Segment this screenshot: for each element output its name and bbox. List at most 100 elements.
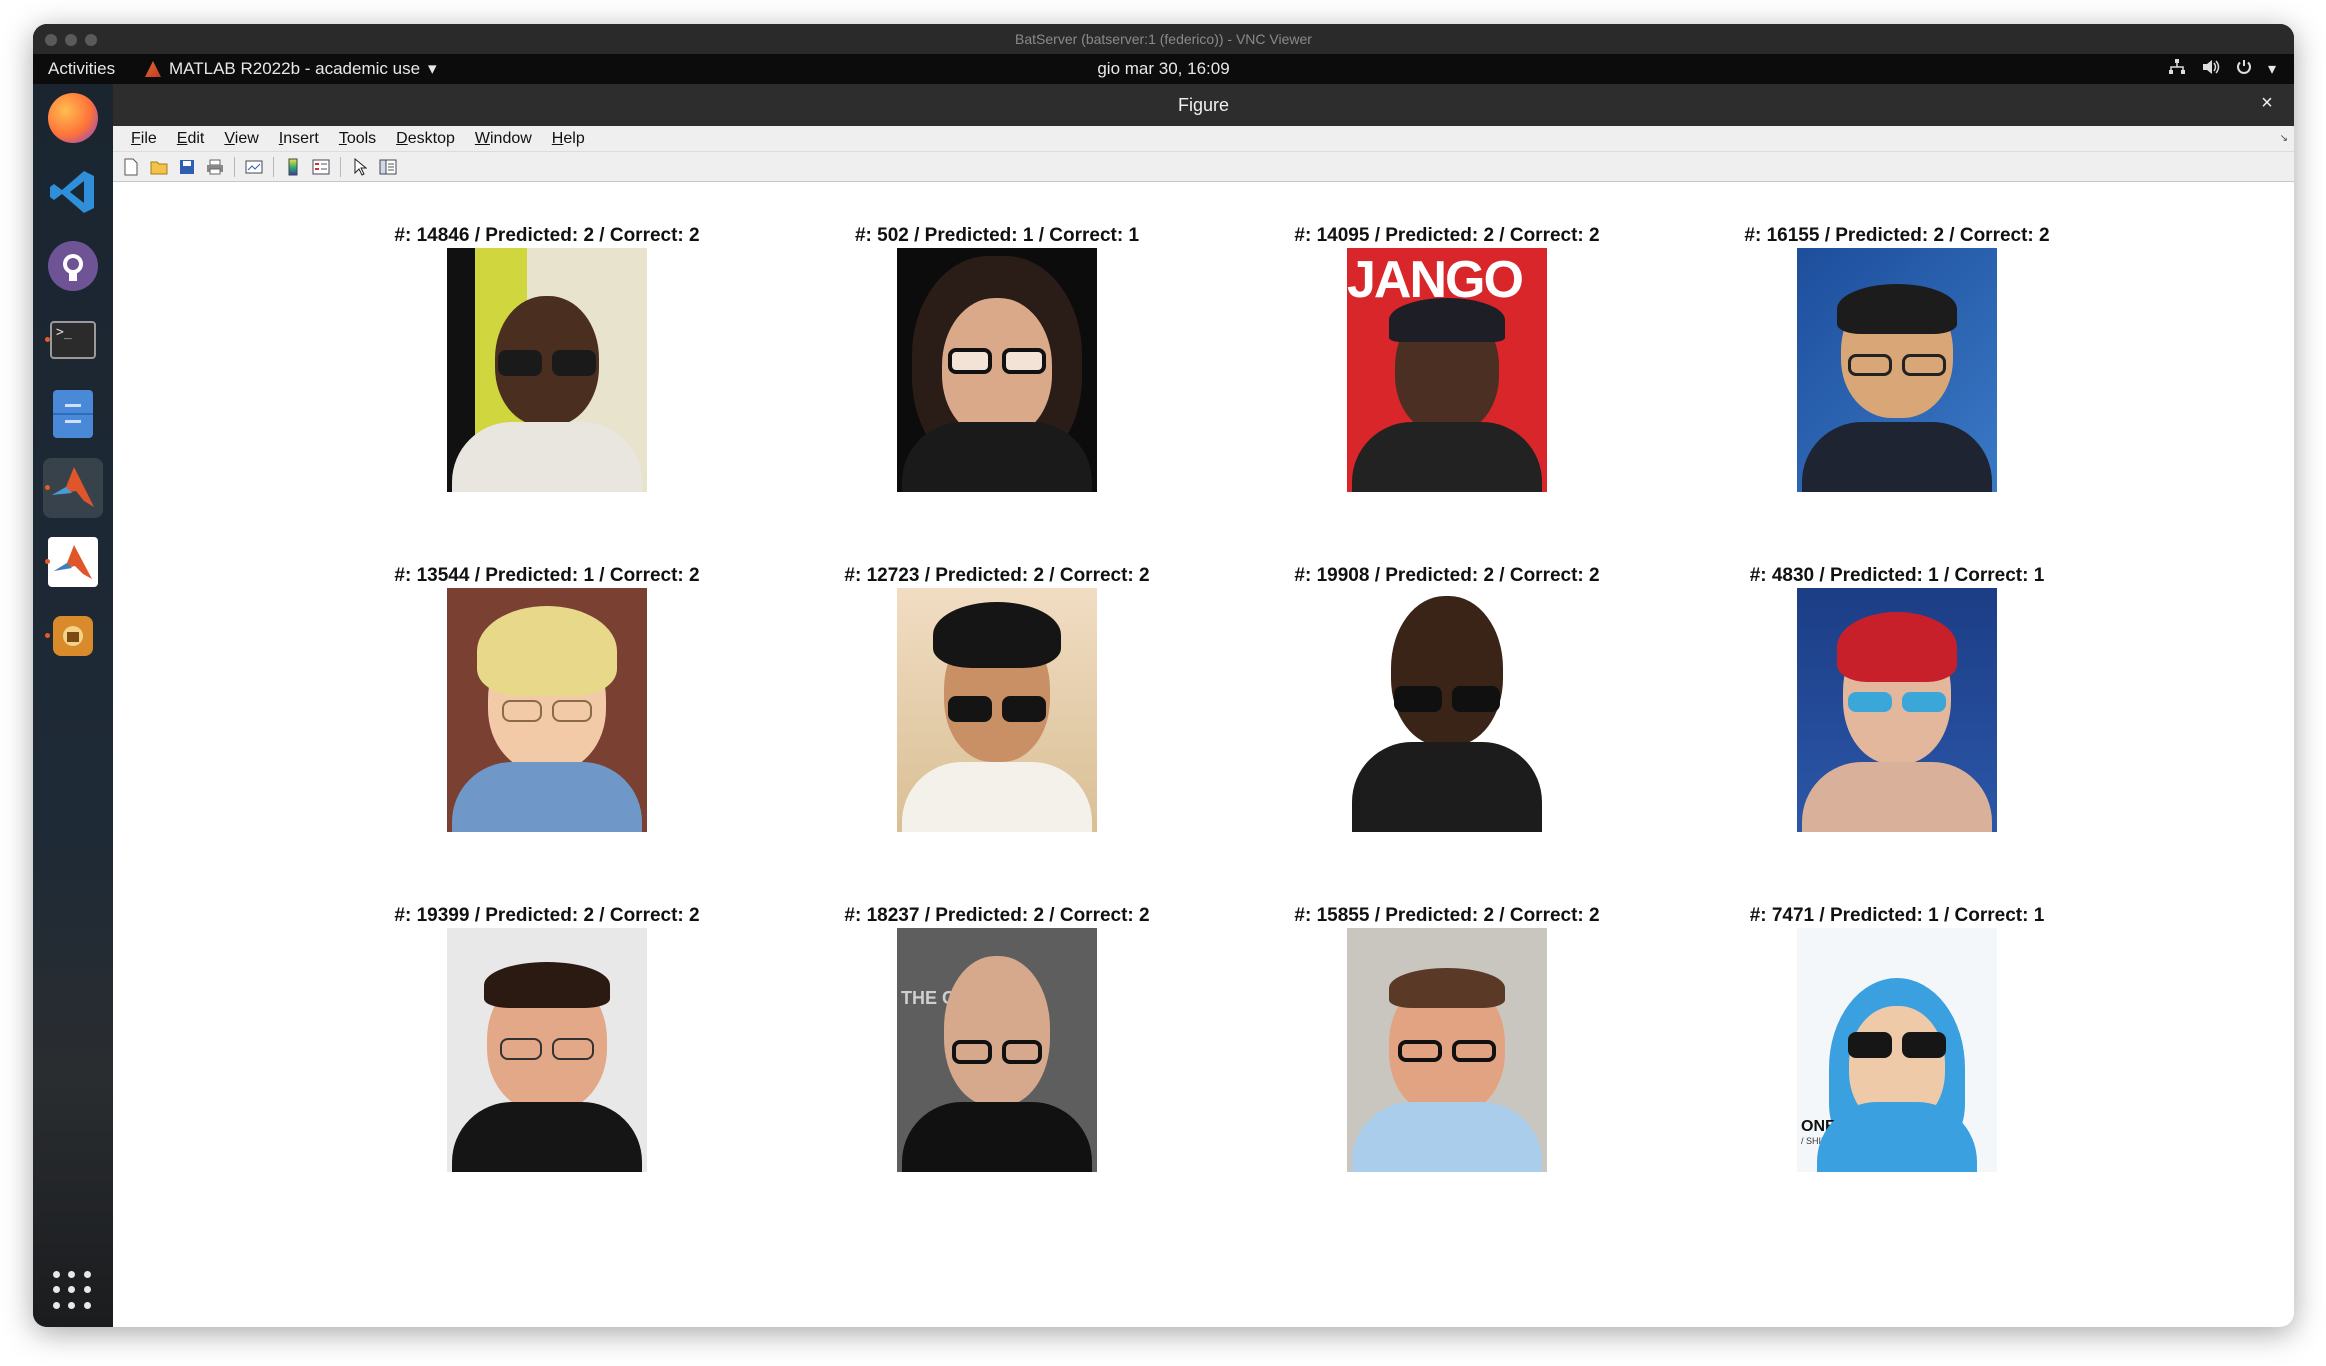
system-tray[interactable]: ▾ (2168, 58, 2276, 80)
dock-firefox[interactable] (43, 88, 103, 148)
subplot-8: #: 4830 / Predicted: 1 / Correct: 1 (1717, 564, 2077, 832)
menu-help[interactable]: Help (542, 130, 595, 148)
face-image (1797, 248, 1997, 492)
firefox-icon (48, 93, 98, 143)
menu-window[interactable]: Window (465, 130, 542, 148)
link-plot-icon[interactable] (242, 155, 266, 179)
toolbar-separator (273, 156, 274, 177)
chevron-down-icon: ▾ (2267, 61, 2276, 78)
running-indicator (45, 485, 50, 490)
running-indicator (45, 559, 50, 564)
dock-figure-arrow-icon[interactable]: ↘ (2280, 133, 2288, 144)
menu-insert[interactable]: Insert (269, 130, 329, 148)
dock-vscode[interactable] (43, 162, 103, 222)
face-image (447, 928, 647, 1172)
face-image (897, 248, 1097, 492)
power-icon (2236, 59, 2252, 80)
subplot-title: #: 19908 / Predicted: 2 / Correct: 2 (1294, 565, 1600, 586)
toolbar-separator (340, 156, 341, 177)
dock-matlab-launcher[interactable] (43, 532, 103, 592)
dock-github[interactable] (43, 236, 103, 296)
face-image (897, 588, 1097, 832)
dock-files[interactable] (43, 384, 103, 444)
vnc-title: BatServer (batserver:1 (federico)) - VNC… (1015, 31, 1312, 47)
subplot-title: #: 13544 / Predicted: 1 / Correct: 2 (394, 565, 700, 586)
face-image (1347, 928, 1547, 1172)
subplot-title: #: 18237 / Predicted: 2 / Correct: 2 (844, 905, 1150, 926)
close-window-dot[interactable] (45, 34, 57, 46)
clock[interactable]: gio mar 30, 16:09 (1097, 59, 1229, 79)
app-menu-label: MATLAB R2022b - academic use (169, 59, 421, 78)
github-icon (48, 241, 98, 291)
subplot-title: #: 14095 / Predicted: 2 / Correct: 2 (1294, 225, 1600, 246)
show-applications-icon[interactable] (53, 1271, 93, 1311)
face-image (447, 588, 647, 832)
subplot-12: #: 7471 / Predicted: 1 / Correct: 1 ONEW… (1717, 904, 2077, 1172)
subplot-1: #: 14846 / Predicted: 2 / Correct: 2 (367, 224, 727, 492)
menu-tools[interactable]: Tools (329, 130, 386, 148)
subplot-4: #: 16155 / Predicted: 2 / Correct: 2 (1717, 224, 2077, 492)
subplot-title: #: 15855 / Predicted: 2 / Correct: 2 (1294, 905, 1600, 926)
subplot-9: #: 19399 / Predicted: 2 / Correct: 2 (367, 904, 727, 1172)
running-indicator (45, 633, 50, 638)
installer-icon (53, 616, 93, 656)
window-controls (45, 34, 97, 46)
vscode-icon (48, 167, 98, 217)
minimize-window-dot[interactable] (65, 34, 77, 46)
menu-view[interactable]: View (214, 130, 268, 148)
face-image: ONEW / SHINee (1797, 928, 1997, 1172)
pointer-icon[interactable] (348, 155, 372, 179)
menubar: File Edit View Insert Tools Desktop Wind… (113, 126, 2294, 152)
toolbar-separator (234, 156, 235, 177)
app-menu[interactable]: MATLAB R2022b - academic use ▾ (145, 59, 437, 79)
vnc-window: BatServer (batserver:1 (federico)) - VNC… (33, 24, 2294, 1327)
subplot-5: #: 13544 / Predicted: 1 / Correct: 2 (367, 564, 727, 832)
new-figure-icon[interactable] (119, 155, 143, 179)
gnome-top-bar: Activities MATLAB R2022b - academic use … (33, 54, 2294, 84)
legend-icon[interactable] (309, 155, 333, 179)
face-image (1347, 588, 1547, 832)
subplot-11: #: 15855 / Predicted: 2 / Correct: 2 (1267, 904, 1627, 1172)
figure-title: Figure (1177, 94, 1230, 115)
subplot-2: #: 502 / Predicted: 1 / Correct: 1 (817, 224, 1177, 492)
print-icon[interactable] (203, 155, 227, 179)
activities-button[interactable]: Activities (48, 59, 115, 79)
property-inspector-icon[interactable] (376, 155, 400, 179)
volume-icon (2202, 59, 2220, 80)
face-image: THE C (897, 928, 1097, 1172)
vnc-titlebar: BatServer (batserver:1 (federico)) - VNC… (33, 24, 2294, 54)
subplot-title: #: 7471 / Predicted: 1 / Correct: 1 (1749, 905, 2045, 926)
menu-desktop[interactable]: Desktop (386, 130, 465, 148)
matlab-icon (48, 463, 98, 513)
matlab-icon (145, 61, 161, 77)
dock: >_ (33, 84, 113, 1327)
dock-installer[interactable] (43, 606, 103, 666)
face-image (447, 248, 647, 492)
figure-toolbar (113, 152, 2294, 182)
close-icon[interactable]: × (2254, 92, 2280, 118)
save-icon[interactable] (175, 155, 199, 179)
colorbar-icon[interactable] (281, 155, 305, 179)
figure-canvas: #: 14846 / Predicted: 2 / Correct: 2 #: … (113, 182, 2294, 1327)
face-image (1797, 588, 1997, 832)
subplot-title: #: 19399 / Predicted: 2 / Correct: 2 (394, 905, 700, 926)
subplot-title: #: 16155 / Predicted: 2 / Correct: 2 (1744, 225, 2050, 246)
subplot-3: #: 14095 / Predicted: 2 / Correct: 2 JAN… (1267, 224, 1627, 492)
subplot-7: #: 19908 / Predicted: 2 / Correct: 2 (1267, 564, 1627, 832)
subplot-title: #: 4830 / Predicted: 1 / Correct: 1 (1749, 565, 2045, 586)
network-icon (2168, 58, 2186, 80)
open-icon[interactable] (147, 155, 171, 179)
menu-file[interactable]: File (121, 130, 167, 148)
zoom-window-dot[interactable] (85, 34, 97, 46)
subplot-10: #: 18237 / Predicted: 2 / Correct: 2 THE… (817, 904, 1177, 1172)
menu-edit[interactable]: Edit (167, 130, 215, 148)
subplot-title: #: 12723 / Predicted: 2 / Correct: 2 (844, 565, 1150, 586)
terminal-icon: >_ (50, 321, 96, 359)
figure-titlebar: Figure × (113, 84, 2294, 126)
subplot-title: #: 502 / Predicted: 1 / Correct: 1 (854, 225, 1140, 246)
dock-matlab[interactable] (43, 458, 103, 518)
chevron-down-icon: ▾ (428, 59, 437, 78)
subplot-6: #: 12723 / Predicted: 2 / Correct: 2 (817, 564, 1177, 832)
matlab-launcher-icon (48, 537, 98, 587)
dock-terminal[interactable]: >_ (43, 310, 103, 370)
